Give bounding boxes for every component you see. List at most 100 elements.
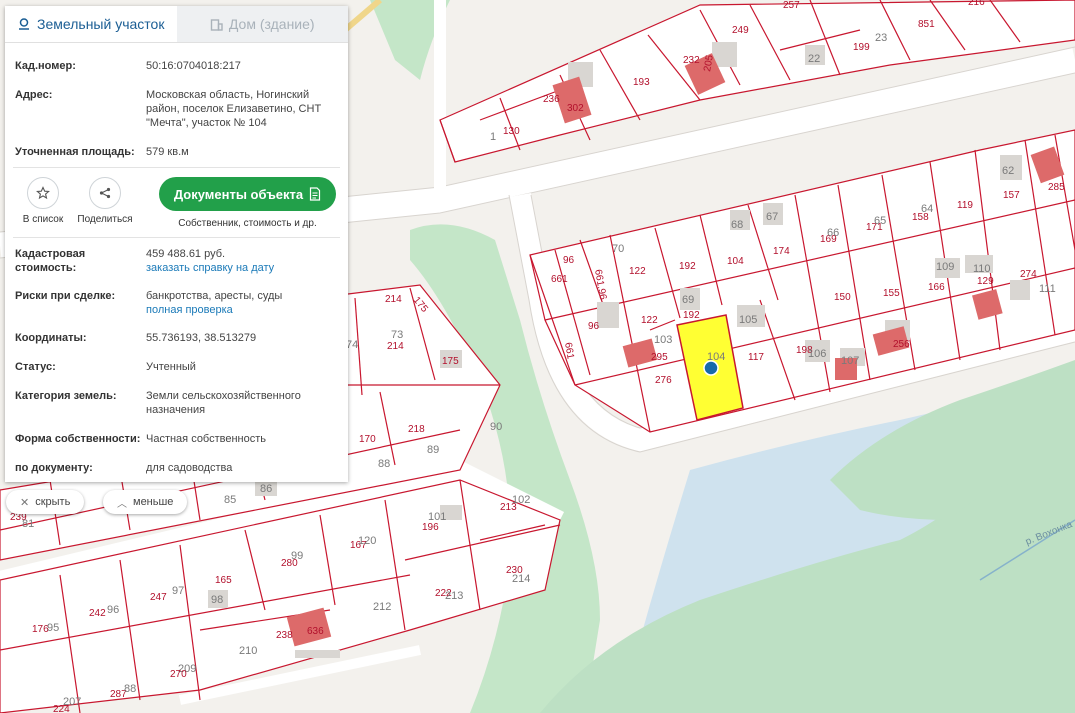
ownership-row: Форма собственности: Частная собственнос… — [5, 432, 348, 446]
building-number-label: 70 — [612, 243, 624, 255]
parcel-number-label: 170 — [359, 434, 376, 445]
parcel-number-label: 216 — [968, 0, 985, 8]
parcel-number-label: 285 — [1048, 182, 1065, 193]
risks-label: Риски при сделке: — [15, 290, 116, 302]
parcel-number-label: 157 — [1003, 190, 1020, 201]
parcel-number-label: 295 — [651, 352, 668, 363]
building-number-label: 104 — [707, 351, 725, 363]
parcel-number-label: 192 — [683, 310, 700, 321]
tab-house-label: Дом (здание) — [228, 16, 315, 32]
building-number-label: 109 — [936, 261, 954, 273]
tab-house[interactable]: Дом (здание) — [176, 6, 348, 42]
location-marker[interactable] — [703, 360, 719, 376]
share-icon — [99, 187, 111, 199]
building-number-label: 103 — [654, 334, 672, 346]
ownership-label: Форма собственности: — [15, 433, 141, 445]
address-label: Адрес: — [15, 89, 53, 101]
building-number-label: 111 — [1039, 283, 1056, 295]
parcel-number-label: 96 — [588, 321, 600, 332]
cad-number-label: Кад.номер: — [15, 60, 76, 72]
cad-number-value[interactable]: 50:16:0704018:217 — [146, 59, 338, 73]
ownership-value: Частная собственность — [146, 433, 267, 445]
parcel-number-label: 150 — [834, 292, 851, 303]
share-button[interactable] — [89, 177, 121, 209]
building-number-label: 110 — [973, 263, 991, 275]
cad-cost-value: 459 488.61 руб. — [146, 248, 226, 260]
building-number-label: 105 — [739, 314, 757, 326]
parcel-number-label: 214 — [385, 294, 402, 305]
chevron-up-icon: ︿ — [117, 498, 127, 510]
area-row: Уточненная площадь: 579 кв.м — [5, 145, 348, 159]
parcel-number-label: 122 — [641, 315, 658, 326]
building-number-label: 106 — [808, 348, 826, 360]
document-icon — [310, 187, 321, 201]
documents-button-label: Документы объекта — [173, 186, 304, 202]
building-number-label: 23 — [875, 32, 887, 44]
cad-number-row: Кад.номер: 50:16:0704018:217 — [5, 59, 348, 73]
parcel-number-label: 119 — [957, 200, 973, 211]
building-number-label: 22 — [808, 53, 820, 65]
building-number-label: 1 — [490, 131, 496, 143]
status-value: Учтенный — [146, 361, 196, 373]
parcel-number-label: 270 — [170, 669, 187, 680]
parcel-number-label: 213 — [500, 502, 517, 513]
parcel-number-label: 257 — [783, 0, 800, 11]
building-number-label: 65 — [874, 215, 886, 227]
risks-row: Риски при сделке: банкротства, аресты, с… — [5, 289, 348, 317]
parcel-number-label: 274 — [1020, 269, 1037, 280]
land-category-value: Земли сельскохозяйственного назначения — [146, 390, 301, 416]
status-row: Статус: Учтенный — [5, 360, 348, 374]
hide-panel-button[interactable]: ✕ скрыть — [6, 490, 85, 514]
share-label: Поделиться — [77, 214, 133, 225]
building-number-label: 89 — [427, 444, 439, 456]
parcel-number-label: 96 — [563, 255, 575, 266]
building-icon — [210, 18, 223, 31]
actions-bar: В список Поделиться Документы объекта Со… — [5, 168, 348, 237]
building-number-label: 96 — [107, 604, 119, 616]
status-label: Статус: — [15, 361, 56, 373]
building-number-label: 81 — [22, 518, 34, 530]
order-certificate-link[interactable]: заказать справку на дату — [146, 262, 274, 274]
full-check-link[interactable]: полная проверка — [146, 304, 233, 316]
address-value: Московская область, Ногинский район, пос… — [146, 89, 322, 129]
parcel-number-label: 199 — [853, 42, 870, 53]
add-to-list-button[interactable] — [27, 177, 59, 209]
parcel-number-label: 256 — [893, 339, 910, 350]
parcel-number-label: 232 — [683, 55, 700, 66]
building-number-label: 73 — [391, 329, 403, 341]
building-number-label: 62 — [1002, 165, 1014, 177]
building-number-label: 64 — [921, 203, 933, 215]
tab-land-plot-label: Земельный участок — [37, 16, 165, 32]
building-number-label: 88 — [378, 458, 390, 470]
building-number-label: 120 — [358, 535, 376, 547]
documents-button[interactable]: Документы объекта — [159, 177, 336, 211]
risks-value: банкротства, аресты, суды — [146, 290, 283, 302]
parcel-number-label: 218 — [408, 424, 425, 435]
parcel-number-label: 117 — [748, 352, 764, 363]
parcel-number-label: 224 — [53, 704, 70, 713]
parcel-number-label: 661 — [551, 274, 568, 285]
coords-value: 55.736193, 38.513279 — [146, 332, 257, 344]
building-number-label: 95 — [47, 622, 59, 634]
building-number-label: 68 — [731, 219, 743, 231]
building-number-label: 97 — [172, 585, 184, 597]
land-category-label: Категория земель: — [15, 390, 117, 402]
parcel-number-label: 236 — [543, 94, 560, 105]
parcel-number-label: 175 — [442, 356, 459, 367]
tab-land-plot[interactable]: Земельный участок — [5, 6, 177, 42]
parcel-number-label: 155 — [883, 288, 900, 299]
building-number-label: 86 — [260, 483, 272, 495]
parcel-number-label: 249 — [732, 25, 749, 36]
building-number-label: 214 — [512, 573, 530, 585]
object-info-panel: Земельный участок Дом (здание) Кад.номер… — [5, 6, 348, 482]
parcel-number-label: 302 — [567, 103, 584, 114]
parcel-number-label: 129 — [977, 276, 994, 287]
parcel-number-label: 174 — [773, 246, 790, 257]
collapse-panel-button[interactable]: ︿ меньше — [103, 490, 188, 514]
documents-subtitle: Собственник, стоимость и др. — [178, 218, 317, 229]
building-number-label: 90 — [490, 421, 502, 433]
building-number-label: 88 — [124, 683, 136, 695]
parcel-number-label: 193 — [633, 77, 650, 88]
pin-icon — [19, 18, 30, 30]
cad-cost-row: Кадастровая стоимость: 459 488.61 руб. з… — [5, 247, 348, 275]
